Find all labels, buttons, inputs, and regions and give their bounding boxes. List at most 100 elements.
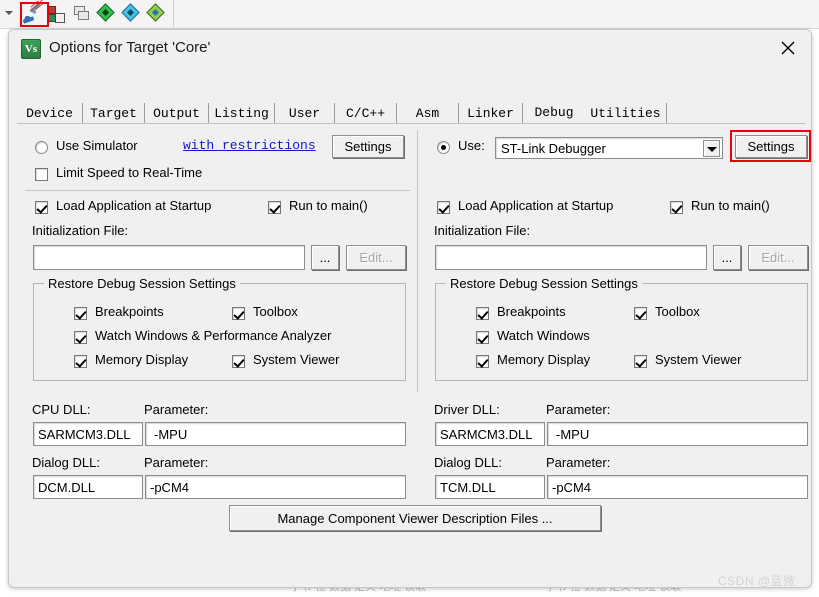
left-breakpoints-label: Breakpoints: [95, 304, 164, 319]
csdn-watermark: CSDN @蓝微: [718, 574, 796, 588]
debugger-select[interactable]: ST-Link Debugger: [495, 137, 723, 159]
pack-installer-icon[interactable]: [96, 3, 118, 25]
right-init-file-input[interactable]: [435, 245, 707, 270]
left-toolbox-checkbox[interactable]: [232, 307, 245, 320]
left-dialog-dll-label: Dialog DLL:: [32, 455, 100, 470]
cpu-parameter-label: Parameter:: [144, 402, 209, 417]
left-watch-windows-checkbox[interactable]: [74, 331, 87, 344]
left-init-file-input[interactable]: [33, 245, 305, 270]
cpu-dll-label: CPU DLL:: [32, 402, 91, 417]
tab-linker[interactable]: Linker: [459, 103, 523, 124]
tab-c-c[interactable]: C/C++: [335, 103, 397, 124]
dialog-footer: OK Cancel Defaults Help: [9, 586, 811, 587]
right-toolbox-checkbox[interactable]: [634, 307, 647, 320]
limit-speed-checkbox[interactable]: [35, 168, 48, 181]
right-dialog-dll-input[interactable]: TCM.DLL: [435, 475, 545, 499]
left-browse-button[interactable]: ...: [311, 245, 339, 270]
chevron-down-icon[interactable]: [703, 140, 720, 157]
close-icon: [781, 41, 795, 55]
driver-dll-label: Driver DLL:: [434, 402, 500, 417]
simulator-section-divider: [25, 190, 410, 191]
left-dialog-dll-input[interactable]: DCM.DLL: [33, 475, 143, 499]
left-memory-display-label: Memory Display: [95, 352, 189, 367]
left-restore-group: Restore Debug Session Settings Breakpoin…: [33, 276, 406, 381]
right-browse-button[interactable]: ...: [713, 245, 741, 270]
debugger-settings-button[interactable]: Settings: [735, 135, 807, 158]
debugger-panel: Use: ST-Link Debugger Settings Load Appl…: [427, 128, 811, 508]
configure-environment-icon[interactable]: [121, 3, 143, 25]
tab-listing[interactable]: Listing: [209, 103, 275, 124]
left-dialog-parameter-label: Parameter:: [144, 455, 209, 470]
tab-device[interactable]: Device: [17, 103, 83, 124]
left-load-application-label: Load Application at Startup: [56, 198, 212, 213]
left-init-file-label: Initialization File:: [32, 223, 129, 238]
tab-debug[interactable]: Debug: [523, 102, 585, 125]
use-simulator-radio[interactable]: [35, 141, 48, 154]
right-run-to-main-label: Run to main(): [691, 198, 770, 213]
driver-parameter-input[interactable]: -MPU: [547, 422, 808, 446]
toolbar-dropdown-caret[interactable]: [2, 3, 18, 25]
debugger-select-value: ST-Link Debugger: [501, 140, 606, 156]
right-memory-display-label: Memory Display: [497, 352, 591, 367]
right-watch-windows-label: Watch Windows: [497, 328, 590, 343]
driver-parameter-label: Parameter:: [546, 402, 611, 417]
use-simulator-label: Use Simulator: [56, 138, 138, 153]
dialog-title: Options for Target 'Core': [49, 39, 211, 56]
options-for-target-dialog: Vs Options for Target 'Core' Device Targe…: [8, 29, 812, 588]
panel-divider: [417, 130, 418, 392]
right-init-file-label: Initialization File:: [434, 223, 531, 238]
tab-utilities[interactable]: Utilities: [585, 103, 667, 124]
left-watch-windows-label: Watch Windows & Performance Analyzer: [95, 328, 332, 343]
keil-logo-icon: Vs: [21, 39, 41, 59]
with-restrictions-link[interactable]: with restrictions: [183, 138, 316, 153]
right-toolbox-label: Toolbox: [655, 304, 700, 319]
left-edit-button[interactable]: Edit...: [346, 245, 406, 270]
tab-strip: Device Target Output Listing User C/C++ Asm Lin…: [17, 102, 805, 125]
right-dialog-dll-label: Dialog DLL:: [434, 455, 502, 470]
right-memory-display-checkbox[interactable]: [476, 355, 489, 368]
right-dialog-parameter-label: Parameter:: [546, 455, 611, 470]
right-system-viewer-label: System Viewer: [655, 352, 742, 367]
options-for-target-icon[interactable]: [21, 2, 43, 25]
use-debugger-label: Use:: [458, 138, 485, 153]
tab-asm[interactable]: Asm: [397, 103, 459, 124]
manage-run-time-env-icon[interactable]: [146, 3, 168, 25]
close-button[interactable]: [765, 30, 811, 66]
right-load-application-checkbox[interactable]: [437, 201, 450, 214]
toolbar-button-group: [0, 0, 174, 27]
manage-component-viewer-button[interactable]: Manage Component Viewer Description File…: [229, 505, 601, 531]
left-breakpoints-checkbox[interactable]: [74, 307, 87, 320]
tab-target[interactable]: Target: [83, 103, 145, 124]
left-system-viewer-checkbox[interactable]: [232, 355, 245, 368]
left-load-application-checkbox[interactable]: [35, 201, 48, 214]
right-restore-group: Restore Debug Session Settings Breakpoin…: [435, 276, 808, 381]
tab-user[interactable]: User: [275, 103, 335, 124]
left-run-to-main-checkbox[interactable]: [268, 201, 281, 214]
left-memory-display-checkbox[interactable]: [74, 355, 87, 368]
left-system-viewer-label: System Viewer: [253, 352, 340, 367]
batch-build-icon[interactable]: [46, 3, 68, 25]
right-load-application-label: Load Application at Startup: [458, 198, 614, 213]
application-toolbar: [0, 0, 819, 29]
driver-dll-input[interactable]: SARMCM3.DLL: [435, 422, 545, 446]
simulator-panel: Use Simulator with restrictions Settings…: [25, 128, 415, 508]
right-dialog-parameter-input[interactable]: -pCM4: [547, 475, 808, 499]
right-watch-windows-checkbox[interactable]: [476, 331, 489, 344]
dialog-title-bar: Vs Options for Target 'Core': [9, 30, 811, 66]
left-restore-group-title: Restore Debug Session Settings: [44, 276, 240, 291]
use-debugger-radio[interactable]: [437, 141, 450, 154]
simulator-settings-button[interactable]: Settings: [332, 135, 404, 158]
cpu-parameter-input[interactable]: -MPU: [145, 422, 406, 446]
right-breakpoints-checkbox[interactable]: [476, 307, 489, 320]
limit-speed-label: Limit Speed to Real-Time: [56, 165, 203, 180]
cpu-dll-input[interactable]: SARMCM3.DLL: [33, 422, 143, 446]
right-edit-button[interactable]: Edit...: [748, 245, 808, 270]
right-system-viewer-checkbox[interactable]: [634, 355, 647, 368]
right-run-to-main-checkbox[interactable]: [670, 201, 683, 214]
tab-output[interactable]: Output: [145, 103, 209, 124]
left-toolbox-label: Toolbox: [253, 304, 298, 319]
manage-project-items-icon[interactable]: [71, 3, 93, 25]
left-dialog-parameter-input[interactable]: -pCM4: [145, 475, 406, 499]
right-breakpoints-label: Breakpoints: [497, 304, 566, 319]
right-restore-group-title: Restore Debug Session Settings: [446, 276, 642, 291]
